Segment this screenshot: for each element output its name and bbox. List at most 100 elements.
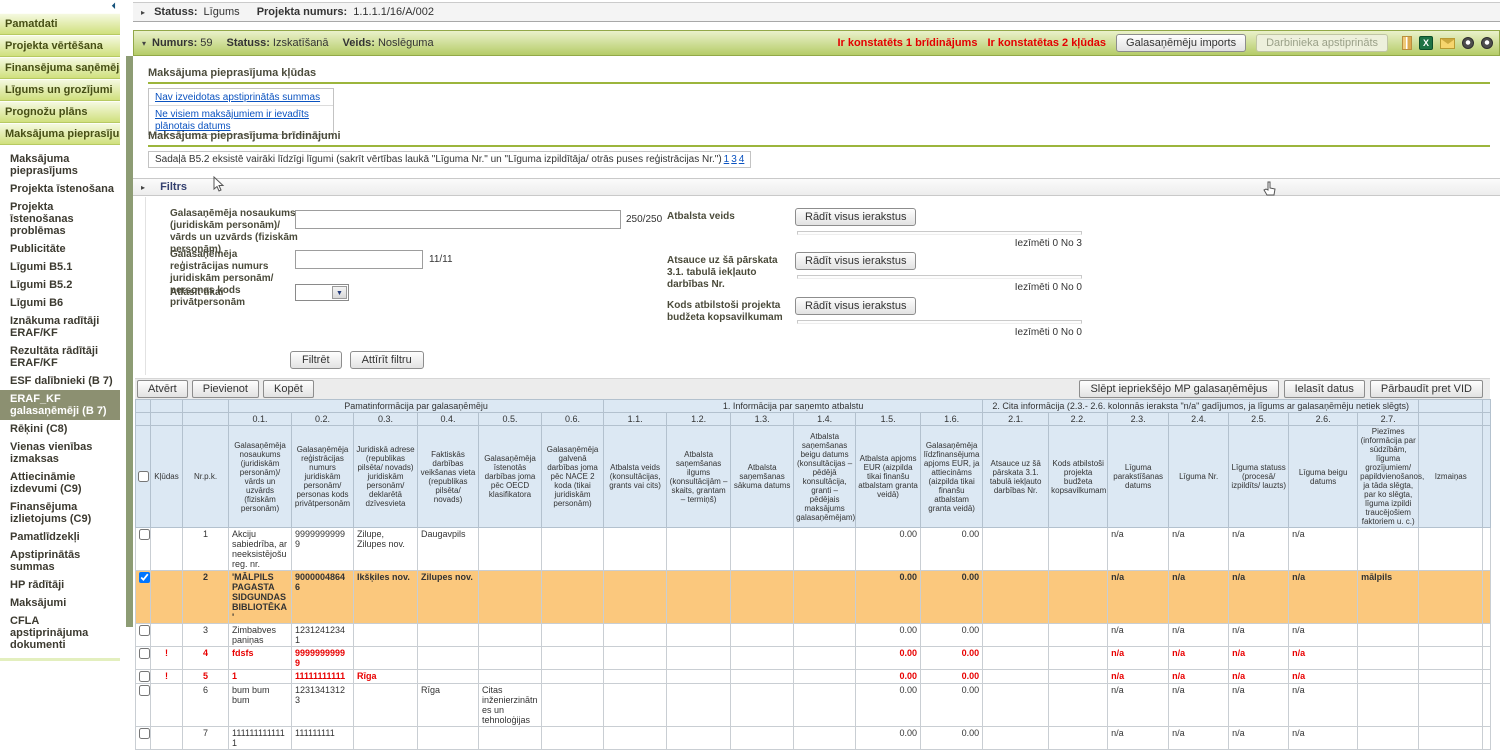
show-all-records-button[interactable]: Rādīt visus ierakstus — [795, 252, 916, 270]
sidebar-section[interactable]: Pamatdati — [0, 13, 120, 35]
multiselect-listbox[interactable] — [797, 275, 1082, 279]
expand-arrow-icon[interactable]: ▸ — [141, 8, 145, 17]
row-cell — [604, 571, 667, 624]
table-row[interactable]: 6bum bum bum12313413123RīgaCitas inženie… — [136, 684, 1491, 727]
row-cell: 0.00 — [921, 670, 983, 684]
filter-apply-button[interactable]: Filtrēt — [290, 351, 342, 369]
table-row[interactable]: 711111111111111111111110.000.00n/an/an/a… — [136, 727, 1491, 750]
row-select-cell — [136, 670, 151, 684]
sidebar-item[interactable]: Attiecināmie izdevumi (C9) — [0, 468, 120, 498]
warning-page-link[interactable]: 4 — [739, 154, 745, 165]
show-all-records-button[interactable]: Rādīt visus ierakstus — [795, 297, 916, 315]
sidebar-item[interactable]: Iznākuma radītāji ERAF/KF — [0, 312, 120, 342]
registration-number-input[interactable] — [295, 250, 423, 269]
mail-icon[interactable] — [1440, 38, 1455, 49]
sidebar-item[interactable]: HP rādītāji — [0, 576, 120, 594]
registration-number-counter: 11/11 — [429, 254, 453, 265]
warning-page-link[interactable]: 3 — [731, 154, 737, 165]
row-number: 1 — [183, 528, 229, 571]
table-row[interactable]: 3Zimbabves paniņas123124123410.000.00n/a… — [136, 624, 1491, 647]
table-row[interactable]: 1Akciju sabiedrība, ar neeksistējošu reg… — [136, 528, 1491, 571]
nav-circle-1-icon[interactable] — [1462, 37, 1474, 49]
row-cell — [604, 684, 667, 727]
row-cell — [667, 647, 731, 670]
row-checkbox[interactable] — [139, 625, 150, 636]
toolbar-button[interactable]: Slēpt iepriekšējo MP galasaņēmējus — [1079, 380, 1278, 398]
filter-clear-button[interactable]: Attīrīt filtru — [350, 351, 424, 369]
sidebar-item[interactable]: ESF dalībnieki (B 7) — [0, 372, 120, 390]
sidebar-item[interactable]: ERAF_KF galasaņēmēji (B 7) — [0, 390, 120, 420]
excel-icon[interactable]: X — [1419, 36, 1433, 50]
sidebar-item[interactable]: Apstiprinātās summas — [0, 546, 120, 576]
row-cell — [354, 684, 418, 727]
sidebar-item[interactable]: Pamatlīdzekļi — [0, 528, 120, 546]
toolbar-button[interactable]: Kopēt — [263, 380, 314, 398]
row-cell — [479, 571, 542, 624]
filter-bar[interactable]: ▸ Filtrs — [133, 178, 1500, 196]
sidebar-item[interactable]: CFLA apstiprinājuma dokumenti — [0, 612, 120, 654]
table-row[interactable]: 2'MĀLPILS PAGASTA SIDGUNDAS BIBLIOTĒKA'9… — [136, 571, 1491, 624]
show-all-records-button[interactable]: Rādīt visus ierakstus — [795, 208, 916, 226]
sidebar-section[interactable]: Līgums un grozījumi — [0, 79, 120, 101]
beneficiary-name-input[interactable] — [295, 210, 621, 229]
row-cell — [794, 727, 856, 750]
sidebar-item[interactable]: Publicitāte — [0, 240, 120, 258]
sidebar-item[interactable]: Projekta īstenošanas problēmas — [0, 198, 120, 240]
row-checkbox[interactable] — [139, 529, 150, 540]
select-only-dropdown[interactable]: ▼ — [295, 284, 349, 301]
sidebar-item[interactable]: Vienas vienības izmaksas — [0, 438, 120, 468]
row-cell: mālpils — [1358, 571, 1419, 624]
row-select-cell — [136, 684, 151, 727]
warning-page-link[interactable]: 1 — [724, 154, 730, 165]
sidebar-item[interactable]: Rēķini (C8) — [0, 420, 120, 438]
filter-expand-icon[interactable]: ▸ — [141, 183, 145, 192]
toolbar-button[interactable]: Pievienot — [192, 380, 259, 398]
table-row[interactable]: !5111111111111Rīga0.000.00n/an/an/an/a — [136, 670, 1491, 684]
sidebar-item[interactable]: Rezultāta rādītāji ERAF/KF — [0, 342, 120, 372]
chevron-down-icon[interactable]: ▼ — [332, 286, 347, 299]
import-beneficiaries-button[interactable]: Galasaņēmēju imports — [1116, 34, 1246, 52]
sidebar-item[interactable]: Līgumi B5.2 — [0, 276, 120, 294]
sidebar-section[interactable]: Projekta vērtēšana — [0, 35, 120, 57]
row-cell: n/a — [1229, 647, 1289, 670]
sidebar-item[interactable]: Finansējuma izlietojums (C9) — [0, 498, 120, 528]
sidebar-section[interactable]: Finansējuma saņēmējs — [0, 57, 120, 79]
nav-circle-2-icon[interactable] — [1481, 37, 1493, 49]
table-row[interactable]: !4fdsfs999999999990.000.00n/an/an/an/a — [136, 647, 1491, 670]
row-checkbox[interactable] — [139, 671, 150, 682]
toolbar-button[interactable]: Ielasīt datus — [1284, 380, 1365, 398]
sidebar-section[interactable]: Maksājuma pieprasījumi — [0, 123, 120, 145]
table-column-header: Atsauce uz šā pārskata 3.1. tabulā iekļa… — [983, 426, 1049, 528]
row-checkbox[interactable] — [139, 648, 150, 659]
error-link[interactable]: Nav izveidotas apstiprinātās summas — [155, 92, 320, 103]
row-cell — [983, 670, 1049, 684]
row-cell: n/a — [1229, 670, 1289, 684]
table-select-all-cell — [136, 426, 151, 528]
multiselect-listbox[interactable] — [797, 320, 1082, 324]
table-group-header: 2. Cita informācija (2.3.- 2.6. kolonnās… — [983, 400, 1419, 413]
sidebar-item[interactable]: Maksājumi — [0, 594, 120, 612]
table-column-number: 0.3. — [354, 413, 418, 426]
row-checkbox[interactable] — [139, 572, 150, 583]
row-checkbox[interactable] — [139, 685, 150, 696]
sidebar-collapse-icon[interactable]: ⏴ — [111, 1, 116, 11]
sidebar-item[interactable]: Līgumi B5.1 — [0, 258, 120, 276]
sidebar-item[interactable]: Projekta īstenošana — [0, 180, 120, 198]
sidebar-item[interactable]: Maksājuma pieprasījums — [0, 150, 120, 180]
select-all-checkbox[interactable] — [138, 471, 149, 482]
columns-icon[interactable] — [1402, 36, 1412, 50]
row-checkbox[interactable] — [139, 728, 150, 739]
collapse-arrow-icon[interactable]: ▾ — [142, 39, 146, 48]
row-cell — [1419, 727, 1483, 750]
sidebar-section[interactable]: Prognožu plāns — [0, 101, 120, 123]
table-column-number: 1.2. — [667, 413, 731, 426]
error-link[interactable]: Ne visiem maksājumiem ir ievadīts plānot… — [155, 109, 309, 132]
numurs-value: 59 — [200, 37, 212, 49]
employee-approved-button[interactable]: Darbinieka apstiprināts — [1256, 34, 1388, 52]
sidebar-item[interactable]: Līgumi B6 — [0, 294, 120, 312]
toolbar-button[interactable]: Atvērt — [137, 380, 188, 398]
toolbar-button[interactable]: Pārbaudīt pret VID — [1370, 380, 1483, 398]
multiselect-listbox[interactable] — [797, 231, 1082, 235]
row-cell: 1 — [229, 670, 292, 684]
row-cell — [1419, 684, 1483, 727]
